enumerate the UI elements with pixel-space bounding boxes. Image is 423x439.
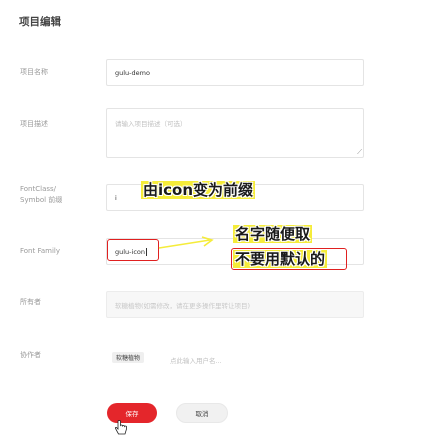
prefix-annotation: 由icon变为前缀	[141, 181, 256, 199]
project-description-textarea[interactable]: 请输入项目描述（可选） ⟋	[106, 108, 364, 158]
resize-handle-icon[interactable]: ⟋	[357, 149, 362, 156]
name-annotation-highlight	[231, 248, 347, 270]
collaborators-label: 协作者	[20, 351, 41, 359]
project-description-label: 项目描述	[20, 120, 48, 128]
font-family-label: Font Family	[20, 247, 60, 255]
owner-placeholder: 软糖植物(如需修改，请在更多操作里转让项目)	[115, 301, 251, 310]
collaborator-tag[interactable]: 软糖植物	[112, 352, 145, 363]
project-description-placeholder: 请输入项目描述（可选）	[115, 120, 187, 128]
project-name-input[interactable]: gulu-demo	[106, 59, 364, 86]
fontclass-prefix-value: i	[115, 193, 117, 202]
project-name-value: gulu-demo	[115, 68, 150, 77]
collaborator-search-input[interactable]: 点此输入用户名...	[170, 355, 222, 365]
cancel-button[interactable]: 取消	[176, 403, 228, 423]
fontclass-label-line2: Symbol 前缀	[20, 196, 63, 204]
fontclass-label-line1: FontClass/	[20, 185, 57, 193]
annotation-arrow-icon	[158, 236, 214, 249]
project-name-label: 项目名称	[20, 68, 48, 76]
owner-label: 所有者	[20, 298, 41, 306]
page-title: 项目编辑	[19, 16, 61, 28]
hand-pointer-icon	[114, 420, 127, 435]
owner-input: 软糖植物(如需修改，请在更多操作里转让项目)	[106, 291, 364, 318]
font-family-value-highlight	[107, 239, 159, 261]
name-annotation-line1: 名字随便取	[233, 225, 313, 243]
